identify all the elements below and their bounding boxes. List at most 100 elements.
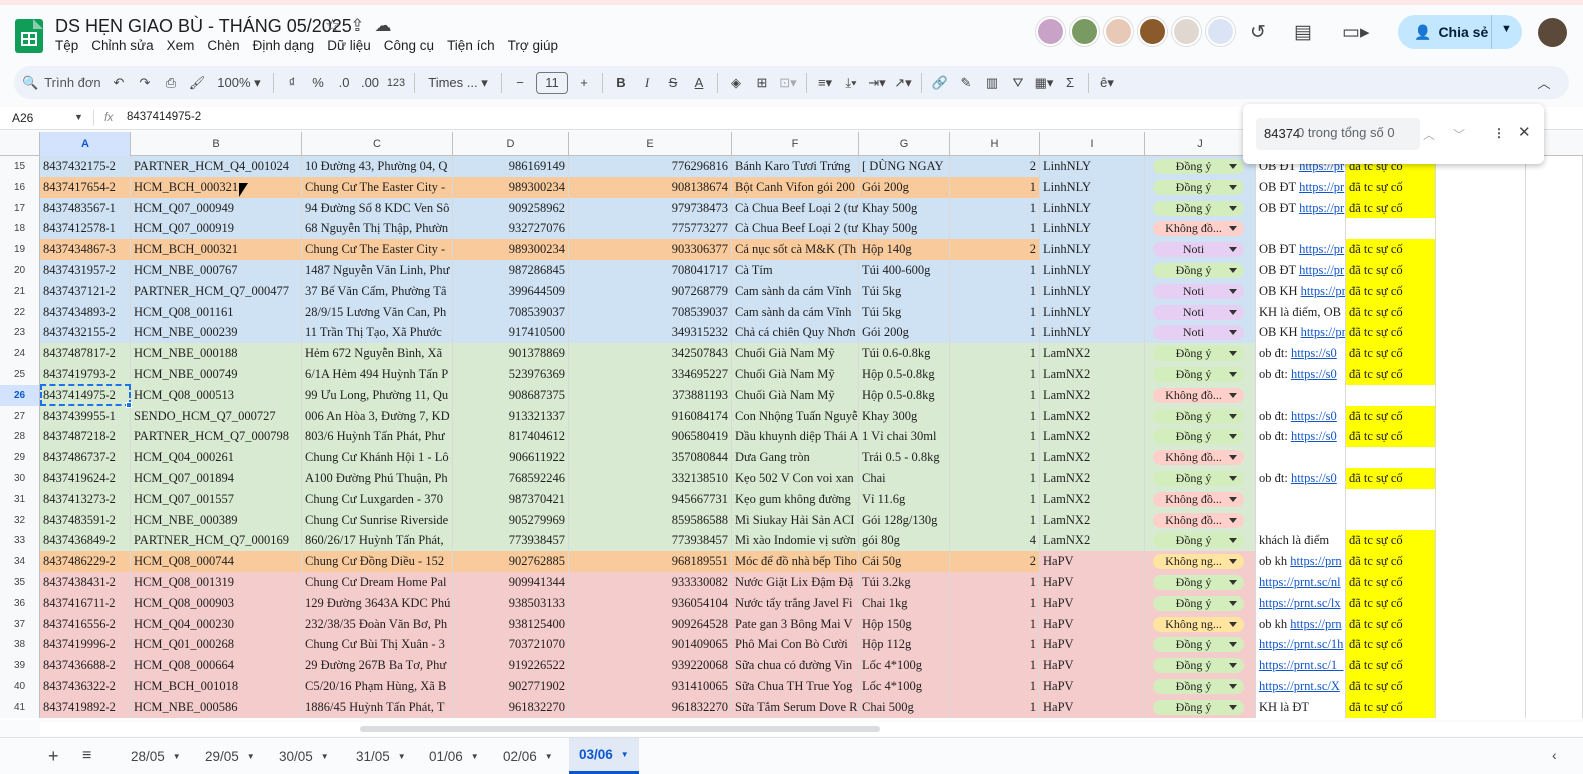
cell-h[interactable]: 2 [950,156,1040,177]
cell-empty[interactable] [1436,384,1526,406]
cell-g[interactable]: Lốc 4*100g [859,676,950,697]
cell-b[interactable]: HCM_BCH_001018 [131,676,302,697]
cell-g[interactable]: Hộp 150g [859,613,950,635]
cell-c[interactable]: 006 An Hòa 3, Đường 7, KD [302,405,453,427]
cell-k[interactable]: ob đt: https://s0 [1256,343,1346,365]
cell-i[interactable]: HaPV [1040,655,1145,677]
cell-g[interactable]: Túi 5kg [859,301,950,323]
zoom-select[interactable]: 100% ▾ [210,70,268,96]
cell-empty[interactable] [1526,364,1583,385]
cell-k[interactable]: ob đt: https://s0 [1256,468,1346,489]
cell-h[interactable]: 1 [950,676,1040,697]
cell-k[interactable]: https://prnt.sc/nl [1256,572,1346,593]
cell-j[interactable]: Đồng ý [1145,405,1256,427]
cell-c[interactable]: 29 Đường 267B Ba Tơ, Phư [302,655,453,677]
menu-6[interactable]: Công cụ [384,38,434,53]
cell-f[interactable]: Nước tẩy trắng Javel Fi [732,592,859,614]
cell-h[interactable]: 2 [950,551,1040,573]
cell-empty[interactable] [1436,405,1526,427]
status-dropdown-chip[interactable]: Không đồ... [1153,512,1244,528]
cell-c[interactable]: Chung Cư The Easter City - [302,176,453,198]
cell-a[interactable]: 8437413273-2 [40,488,131,510]
cell-i[interactable]: LinhNLY [1040,176,1145,198]
cell-j[interactable]: Đồng ý [1145,343,1256,365]
cell-g[interactable]: Túi 3.2kg [859,572,950,593]
chevron-down-icon[interactable]: ▼ [471,752,479,761]
font-size-input[interactable]: 11 [536,71,568,94]
more-collaborators-icon[interactable] [1206,17,1235,46]
screenshot-link[interactable]: https://s0 [1291,346,1337,360]
cell-e[interactable]: 907268779 [569,280,732,302]
status-dropdown-chip[interactable]: Không ng... [1153,616,1244,632]
cell-a[interactable]: 8437432175-2 [40,156,131,177]
cell-empty[interactable] [1436,176,1526,198]
cell-l[interactable] [1346,218,1436,240]
menu-7[interactable]: Tiện ích [447,38,495,53]
cell-a[interactable]: 8437483591-2 [40,509,131,531]
cell-c[interactable]: C5/20/16 Phạm Hùng, Xã B [302,676,453,697]
cell-i[interactable]: HaPV [1040,634,1145,656]
cell-empty[interactable] [1526,384,1583,406]
cell-empty[interactable] [1436,239,1526,261]
status-dropdown-chip[interactable]: Đồng ý [1153,595,1244,611]
cell-c[interactable]: 11 Trần Thị Tạo, Xã Phước [302,322,453,344]
cell-f[interactable]: Pate gan 3 Bông Mai V [732,613,859,635]
cell-a[interactable]: 8437432155-2 [40,322,131,344]
cell-a[interactable]: 8437486737-2 [40,447,131,469]
cell-c[interactable]: 28/9/15 Lương Văn Can, Ph [302,301,453,323]
cell-g[interactable]: Túi 5kg [859,280,950,302]
cell-empty[interactable] [1526,488,1583,510]
status-dropdown-chip[interactable]: Đồng ý [1153,200,1244,216]
chevron-down-icon[interactable]: ▼ [321,752,329,761]
cell-k[interactable]: OB ĐT https://pr [1256,176,1346,198]
cell-g[interactable]: Hộp 140g [859,239,950,261]
cell-c[interactable]: 1487 Nguyễn Văn Linh, Phư [302,260,453,281]
add-sheet-icon[interactable]: + [48,746,59,767]
cell-e[interactable]: 342507843 [569,343,732,365]
cell-empty[interactable] [1436,364,1526,385]
collaborator-avatar[interactable] [1172,17,1201,46]
cell-b[interactable]: HCM_NBE_000586 [131,696,302,718]
cell-empty[interactable] [1526,676,1583,697]
cell-k[interactable]: ob kh https://prn [1256,613,1346,635]
cell-k[interactable] [1256,384,1346,406]
find-more-options-icon[interactable]: ⋮ [1493,126,1505,140]
row-header[interactable]: 33 [0,530,40,552]
cell-b[interactable]: HCM_Q08_000664 [131,655,302,677]
sheet-tab[interactable]: 01/06 ▼ [419,738,489,774]
move-to-folder-icon[interactable]: ⇪ [350,16,364,36]
row-header[interactable]: 21 [0,280,40,302]
cell-c[interactable]: 10 Đường 43, Phường 04, Q [302,156,453,177]
cell-f[interactable]: Bánh Karo Tươi Trứng [732,156,859,177]
cell-d[interactable]: 986169149 [453,156,569,177]
cell-d[interactable]: 905279969 [453,509,569,531]
filter-views-icon[interactable]: ▦▾ [1031,70,1057,96]
column-header-j[interactable]: J [1145,132,1256,156]
cell-h[interactable]: 1 [950,696,1040,718]
cell-h[interactable]: 1 [950,260,1040,281]
cell-j[interactable]: Không đồ... [1145,488,1256,510]
cell-h[interactable]: 1 [950,655,1040,677]
cell-f[interactable]: Phô Mai Con Bò Cười [732,634,859,656]
cell-h[interactable]: 1 [950,634,1040,656]
cell-k[interactable] [1256,447,1346,469]
cell-l[interactable]: đã tc sự cố [1346,592,1436,614]
cell-g[interactable]: Khay 500g [859,197,950,219]
cell-empty[interactable] [1436,509,1526,531]
merge-cells-icon[interactable]: ⊡▾ [775,70,801,96]
cell-empty[interactable] [1526,447,1583,469]
cell-i[interactable]: LamNX2 [1040,468,1145,489]
cell-f[interactable]: Dầu khuynh diệp Thái A [732,426,859,448]
cell-f[interactable]: Cà Chua Beef Loại 2 (tư [732,197,859,219]
cell-g[interactable]: Hộp 0.5-0.8kg [859,364,950,385]
row-header[interactable]: 32 [0,509,40,531]
screenshot-link[interactable]: https://s0 [1291,409,1337,423]
status-dropdown-chip[interactable]: Đồng ý [1153,679,1244,694]
cell-c[interactable]: A100 Đường Phú Thuận, Ph [302,468,453,489]
cell-b[interactable]: HCM_NBE_000389 [131,509,302,531]
cell-empty[interactable] [1526,696,1583,718]
status-dropdown-chip[interactable]: Đồng ý [1153,179,1244,195]
cell-l[interactable]: đã tc sự cố [1346,343,1436,365]
cell-g[interactable]: Chai [859,468,950,489]
cell-e[interactable]: 903306377 [569,239,732,261]
